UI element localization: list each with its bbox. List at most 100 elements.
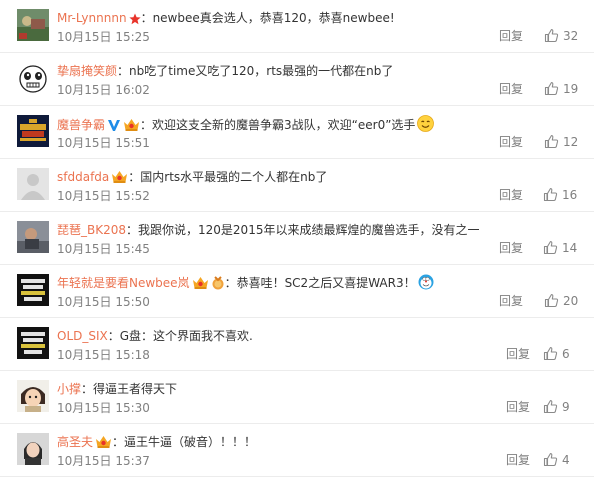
anime-avatar[interactable]: [17, 380, 49, 412]
username-link[interactable]: sfddafda: [57, 170, 109, 184]
username-link[interactable]: 挚扇掩笑颜: [57, 64, 117, 78]
comment-line: OLD_SIX：G盘：这个界面我不喜欢.: [57, 327, 577, 345]
thumbs-up-icon: [543, 187, 558, 202]
comment-line: 琵琶_BK208：我跟你说，120是2015年以来成绩最辉煌的魔兽选手，没有之一: [57, 221, 577, 239]
like-button[interactable]: 9: [543, 398, 570, 416]
landscape-avatar[interactable]: [17, 9, 49, 41]
medal-icon: [211, 276, 225, 290]
comment-text: ：G盘：这个界面我不喜欢.: [107, 329, 253, 343]
thumbs-up-icon: [543, 240, 558, 255]
username-link[interactable]: 琵琶_BK208: [57, 223, 126, 237]
like-button[interactable]: 14: [543, 239, 577, 257]
username-link[interactable]: OLD_SIX: [57, 329, 108, 343]
like-button[interactable]: 32: [544, 27, 578, 45]
thumbs-up-icon: [543, 346, 558, 361]
reply-button[interactable]: 回复: [499, 28, 523, 44]
username-link[interactable]: 魔兽争霸: [57, 118, 105, 132]
comment-line: 年轻就是要看Newbee岚 ：恭喜哇！SC2之后又喜提WAR3！: [57, 274, 577, 292]
cartoon-face-avatar[interactable]: [17, 62, 49, 94]
comment-timestamp: 10月15日 15:30: [57, 401, 150, 415]
red-star-icon: [128, 13, 141, 25]
comment-item: 年轻就是要看Newbee岚 ：恭喜哇！SC2之后又喜提WAR3！ 10月15日 15…: [0, 265, 594, 318]
comment-text: ：欢迎这支全新的魔兽争霸3战队，欢迎“eer0”选手: [140, 118, 416, 132]
username-link[interactable]: 高圣夫: [57, 435, 93, 449]
portrait-avatar[interactable]: [17, 433, 49, 465]
photo-avatar[interactable]: [17, 221, 49, 253]
doraemon-emoji-icon: [418, 274, 434, 290]
comment-line: Mr-Lynnnnn ：newbee真会选人，恭喜120，恭喜newbee!: [57, 9, 577, 27]
comment-text: ：得逼王者得天下: [81, 382, 178, 396]
warcraft-logo-avatar[interactable]: [17, 115, 49, 147]
comment-item: OLD_SIX：G盘：这个界面我不喜欢. 10月15日 15:18 回复 6: [0, 318, 594, 371]
reply-button[interactable]: 回复: [506, 452, 530, 468]
like-count: 4: [562, 453, 570, 467]
comment-text: ：恭喜哇！SC2之后又喜提WAR3！: [224, 276, 416, 290]
comment-timestamp: 10月15日 15:18: [57, 348, 150, 362]
like-count: 20: [563, 294, 579, 308]
username-link[interactable]: 年轻就是要看Newbee岚: [57, 276, 190, 290]
like-count: 12: [563, 135, 579, 149]
comment-timestamp: 10月15日 15:52: [57, 189, 150, 203]
thumbs-up-icon: [543, 452, 558, 467]
vip-crown-icon: [192, 276, 209, 290]
comment-item: Mr-Lynnnnn ：newbee真会选人，恭喜120，恭喜newbee! 10月…: [0, 0, 594, 53]
comment-item: 挚扇掩笑颜：nb吃了time又吃了120，rts最强的一代都在nb了 10月15日…: [0, 53, 594, 106]
comment-line: 挚扇掩笑颜：nb吃了time又吃了120，rts最强的一代都在nb了: [57, 62, 577, 80]
vip-crown-icon: [111, 170, 128, 184]
reply-button[interactable]: 回复: [506, 399, 530, 415]
default-gray-avatar[interactable]: [17, 168, 49, 200]
smile-emoji-icon: [417, 115, 435, 132]
username-link[interactable]: Mr-Lynnnnn: [57, 11, 127, 25]
like-button[interactable]: 16: [543, 186, 577, 204]
comment-timestamp: 10月15日 15:45: [57, 242, 150, 256]
comment-text: ：newbee真会选人，恭喜120，恭喜newbee!: [140, 11, 395, 25]
thumbs-up-icon: [544, 134, 559, 149]
reply-button[interactable]: 回复: [499, 134, 523, 150]
thumbs-up-icon: [543, 399, 558, 414]
comment-text: ：国内rts水平最强的二个人都在nb了: [128, 170, 328, 184]
username-link[interactable]: 小撑: [57, 382, 81, 396]
comment-timestamp: 10月15日 15:50: [57, 295, 150, 309]
verified-v-icon: [107, 118, 121, 132]
comment-item: 小撑：得逼王者得天下 10月15日 15:30 回复 9: [0, 371, 594, 424]
thumbs-up-icon: [544, 293, 559, 308]
comment-line: sfddafda ：国内rts水平最强的二个人都在nb了: [57, 168, 577, 186]
comment-line: 魔兽争霸 ：欢迎这支全新的魔兽争霸3战队，欢迎“eer0”选手: [57, 115, 577, 133]
like-count: 6: [562, 347, 570, 361]
like-button[interactable]: 20: [544, 292, 578, 310]
comment-text: ：我跟你说，120是2015年以来成绩最辉煌的魔兽选手，没有之一: [126, 223, 480, 237]
comment-text: ：nb吃了time又吃了120，rts最强的一代都在nb了: [117, 64, 394, 78]
comment-timestamp: 10月15日 15:37: [57, 454, 150, 468]
vip-crown-icon: [95, 435, 112, 449]
thumbs-up-icon: [544, 81, 559, 96]
reply-button[interactable]: 回复: [506, 346, 530, 362]
like-count: 32: [563, 29, 579, 43]
keep-calm-avatar[interactable]: [17, 274, 49, 306]
like-count: 19: [563, 82, 579, 96]
comment-line: 高圣夫 ：逼王牛逼（破音）！！！: [57, 433, 577, 451]
like-count: 14: [562, 241, 578, 255]
comment-timestamp: 10月15日 16:02: [57, 83, 150, 97]
like-button[interactable]: 12: [544, 133, 578, 151]
vip-crown-icon: [123, 118, 140, 132]
reply-button[interactable]: 回复: [499, 81, 523, 97]
reply-button[interactable]: 回复: [499, 293, 523, 309]
comment-line: 小撑：得逼王者得天下: [57, 380, 577, 398]
comment-item: 琵琶_BK208：我跟你说，120是2015年以来成绩最辉煌的魔兽选手，没有之一…: [0, 212, 594, 265]
keep-calm-avatar[interactable]: [17, 327, 49, 359]
comment-text: ：逼王牛逼（破音）！！！: [112, 435, 257, 449]
comment-item: sfddafda ：国内rts水平最强的二个人都在nb了 10月15日 15:52 回…: [0, 159, 594, 212]
thumbs-up-icon: [544, 28, 559, 43]
like-count: 16: [562, 188, 578, 202]
like-button[interactable]: 4: [543, 451, 570, 469]
comment-item: 高圣夫 ：逼王牛逼（破音）！！！ 10月15日 15:37 回复 4: [0, 424, 594, 477]
comment-timestamp: 10月15日 15:25: [57, 30, 150, 44]
like-button[interactable]: 19: [544, 80, 578, 98]
comment-timestamp: 10月15日 15:51: [57, 136, 150, 150]
comment-list: Mr-Lynnnnn ：newbee真会选人，恭喜120，恭喜newbee! 10月…: [0, 0, 594, 478]
like-count: 9: [562, 400, 570, 414]
reply-button[interactable]: 回复: [499, 240, 523, 256]
reply-button[interactable]: 回复: [499, 187, 523, 203]
comment-item: 魔兽争霸 ：欢迎这支全新的魔兽争霸3战队，欢迎“eer0”选手 10月15日 15:…: [0, 106, 594, 159]
like-button[interactable]: 6: [543, 345, 570, 363]
